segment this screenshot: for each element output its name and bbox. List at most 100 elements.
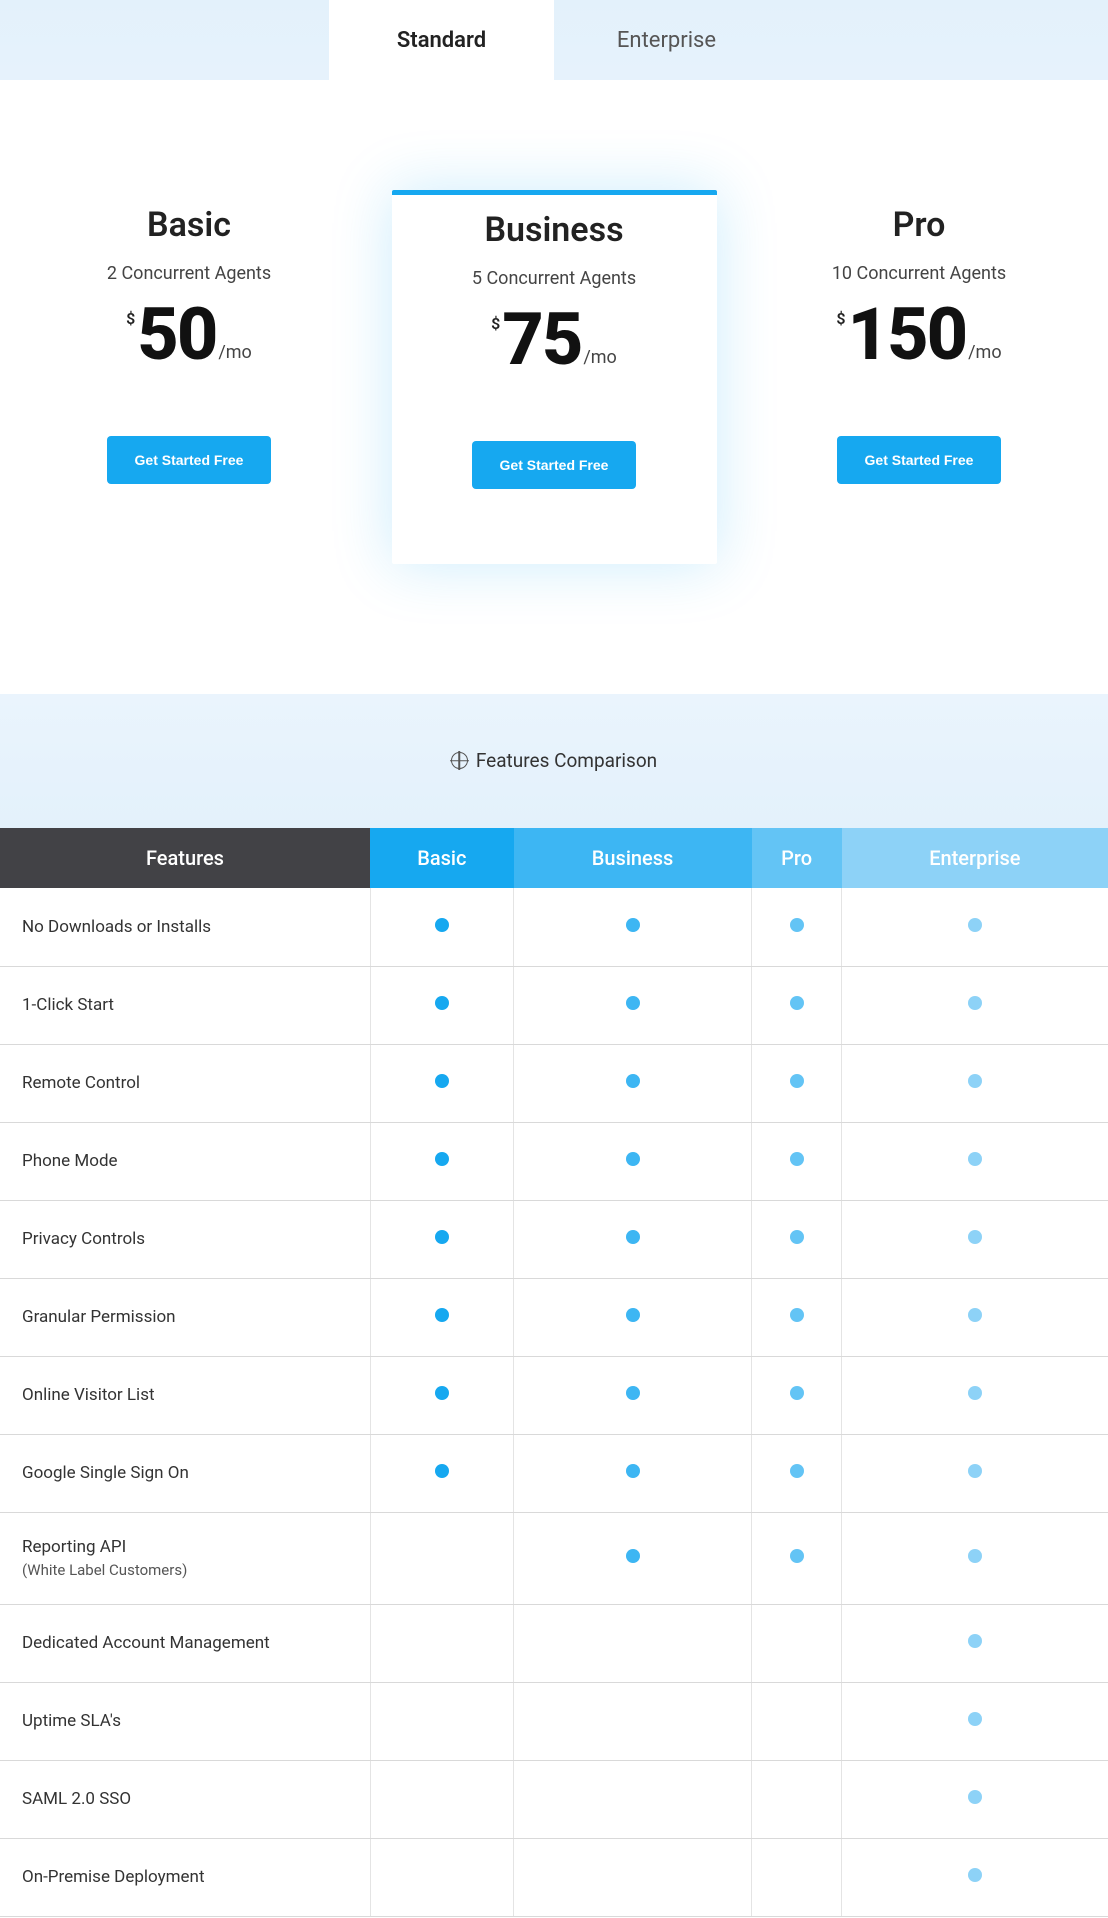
table-row: On-Premise Deployment <box>0 1838 1108 1916</box>
included-dot-icon <box>790 1230 804 1244</box>
feature-cell <box>752 1682 842 1760</box>
price-period: /mo <box>583 347 616 368</box>
feature-cell <box>752 1200 842 1278</box>
table-row: 1-Click Start <box>0 966 1108 1044</box>
currency-symbol: $ <box>491 314 500 333</box>
included-dot-icon <box>626 1308 640 1322</box>
col-basic: Basic <box>370 828 514 888</box>
feature-label: Granular Permission <box>0 1278 370 1356</box>
feature-cell <box>842 888 1108 966</box>
included-dot-icon <box>968 1386 982 1400</box>
feature-cell <box>514 1200 752 1278</box>
table-row: Phone Mode <box>0 1122 1108 1200</box>
feature-label: Reporting API(White Label Customers) <box>0 1512 370 1604</box>
comparison-title: Features Comparison <box>476 749 657 772</box>
get-started-button[interactable]: Get Started Free <box>472 441 637 489</box>
feature-cell <box>514 1356 752 1434</box>
plan-pro: Pro 10 Concurrent Agents $ 150 /mo Get S… <box>757 190 1082 564</box>
feature-cell <box>370 1356 514 1434</box>
included-dot-icon <box>435 1074 449 1088</box>
tab-standard[interactable]: Standard <box>329 0 554 80</box>
target-icon <box>451 752 468 769</box>
table-row: Reporting API(White Label Customers) <box>0 1512 1108 1604</box>
feature-cell <box>514 1682 752 1760</box>
plan-name: Business <box>484 210 623 250</box>
feature-cell <box>842 1604 1108 1682</box>
included-dot-icon <box>968 1152 982 1166</box>
feature-cell <box>752 1278 842 1356</box>
included-dot-icon <box>790 996 804 1010</box>
included-dot-icon <box>968 1074 982 1088</box>
feature-cell <box>370 1434 514 1512</box>
feature-cell <box>514 1760 752 1838</box>
feature-label: Remote Control <box>0 1044 370 1122</box>
included-dot-icon <box>968 1634 982 1648</box>
feature-cell <box>752 966 842 1044</box>
feature-cell <box>842 1044 1108 1122</box>
included-dot-icon <box>626 1464 640 1478</box>
feature-cell <box>370 888 514 966</box>
feature-label: Uptime SLA's <box>0 1682 370 1760</box>
included-dot-icon <box>968 1790 982 1804</box>
feature-cell <box>514 966 752 1044</box>
feature-cell <box>842 1434 1108 1512</box>
feature-cell <box>752 1356 842 1434</box>
included-dot-icon <box>790 1152 804 1166</box>
feature-cell <box>514 1122 752 1200</box>
get-started-button[interactable]: Get Started Free <box>837 436 1002 484</box>
tab-enterprise[interactable]: Enterprise <box>554 0 779 80</box>
feature-label: Dedicated Account Management <box>0 1604 370 1682</box>
plan-name: Basic <box>147 205 231 245</box>
feature-cell <box>370 1122 514 1200</box>
get-started-button[interactable]: Get Started Free <box>107 436 272 484</box>
feature-cell <box>752 1044 842 1122</box>
col-pro: Pro <box>752 828 842 888</box>
feature-cell <box>370 1512 514 1604</box>
included-dot-icon <box>790 918 804 932</box>
table-row: Dedicated Account Management <box>0 1604 1108 1682</box>
included-dot-icon <box>968 996 982 1010</box>
included-dot-icon <box>790 1386 804 1400</box>
feature-cell <box>370 1604 514 1682</box>
feature-cell <box>370 1200 514 1278</box>
feature-label: On-Premise Deployment <box>0 1838 370 1916</box>
feature-cell <box>842 1760 1108 1838</box>
included-dot-icon <box>626 1152 640 1166</box>
pricing-plans: Basic 2 Concurrent Agents $ 50 /mo Get S… <box>0 80 1108 694</box>
feature-cell <box>514 1512 752 1604</box>
price-value: 150 <box>848 299 967 371</box>
feature-cell <box>514 1434 752 1512</box>
price-value: 50 <box>137 299 216 371</box>
table-row: Google Single Sign On <box>0 1434 1108 1512</box>
included-dot-icon <box>626 1549 640 1563</box>
table-row: Online Visitor List <box>0 1356 1108 1434</box>
plan-name: Pro <box>893 205 946 245</box>
feature-label: 1-Click Start <box>0 966 370 1044</box>
feature-cell <box>752 1760 842 1838</box>
table-row: No Downloads or Installs <box>0 888 1108 966</box>
included-dot-icon <box>435 996 449 1010</box>
included-dot-icon <box>626 1386 640 1400</box>
feature-cell <box>370 1278 514 1356</box>
feature-label: Online Visitor List <box>0 1356 370 1434</box>
plan-basic: Basic 2 Concurrent Agents $ 50 /mo Get S… <box>27 190 352 564</box>
feature-label: Google Single Sign On <box>0 1434 370 1512</box>
feature-cell <box>370 1044 514 1122</box>
feature-cell <box>514 1044 752 1122</box>
feature-cell <box>842 1200 1108 1278</box>
included-dot-icon <box>626 1074 640 1088</box>
feature-cell <box>842 1682 1108 1760</box>
plan-price: $ 50 /mo <box>126 299 252 371</box>
included-dot-icon <box>435 1152 449 1166</box>
feature-label: SAML 2.0 SSO <box>0 1760 370 1838</box>
feature-cell <box>842 1278 1108 1356</box>
price-period: /mo <box>968 342 1001 363</box>
included-dot-icon <box>435 1230 449 1244</box>
plan-price: $ 75 /mo <box>491 304 617 376</box>
plan-subtitle: 10 Concurrent Agents <box>832 263 1006 284</box>
col-business: Business <box>514 828 752 888</box>
feature-cell <box>370 1838 514 1916</box>
plan-subtitle: 2 Concurrent Agents <box>107 263 271 284</box>
included-dot-icon <box>790 1074 804 1088</box>
price-value: 75 <box>502 304 581 376</box>
